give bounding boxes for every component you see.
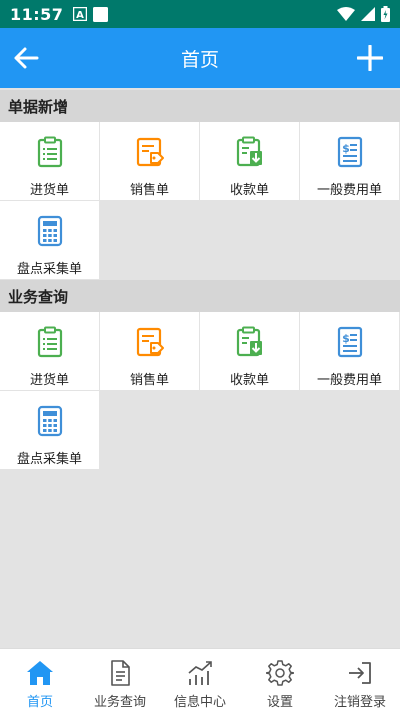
nav-label: 注销登录: [333, 695, 386, 710]
invoice-dollar-icon: $: [337, 326, 362, 358]
tile-new-general-expense[interactable]: $ 一般费用单: [300, 122, 399, 200]
home-icon: [27, 661, 53, 685]
arrow-left-icon: [14, 47, 39, 69]
tile-query-sales-order[interactable]: 销售单: [100, 312, 199, 390]
tile-label: 一般费用单: [316, 183, 382, 198]
tile-label: 收款单: [229, 183, 269, 198]
calculator-icon: [37, 215, 62, 247]
tile-label: 一般费用单: [316, 373, 382, 388]
chart-icon: [188, 661, 212, 685]
tile-new-sales-order[interactable]: 销售单: [100, 122, 199, 200]
svg-text:$: $: [342, 142, 350, 155]
notification-a-icon: A: [73, 7, 88, 21]
receipt-tag-icon: [136, 327, 164, 357]
svg-text:$: $: [342, 332, 350, 345]
document-icon: [111, 660, 130, 686]
tile-query-receipt[interactable]: 收款单: [200, 312, 299, 390]
notification-square-icon: [93, 6, 109, 22]
tile-label: 销售单: [129, 183, 169, 198]
tile-new-receipt[interactable]: 收款单: [200, 122, 299, 200]
clipboard-download-icon: [236, 136, 262, 167]
nav-label: 业务查询: [93, 695, 146, 710]
section-header-business-query: 业务查询: [0, 280, 400, 312]
svg-text:A: A: [77, 10, 85, 21]
invoice-dollar-icon: $: [337, 136, 362, 168]
status-time: 11:57: [10, 4, 64, 24]
nav-label: 信息中心: [173, 695, 226, 710]
tile-new-purchase-order[interactable]: 进货单: [0, 122, 99, 200]
clipboard-list-icon: [37, 326, 62, 358]
clipboard-download-icon: [236, 326, 262, 357]
receipt-tag-icon: [136, 137, 164, 167]
signal-icon: [361, 7, 375, 21]
tile-new-inventory-count[interactable]: 盘点采集单: [0, 201, 99, 279]
tile-label: 进货单: [29, 373, 69, 388]
bottom-nav: 首页 业务查询 信息中心 设置 注销登录: [0, 648, 400, 712]
tile-label: 收款单: [229, 373, 269, 388]
nav-home[interactable]: 首页: [0, 649, 80, 712]
nav-logout[interactable]: 注销登录: [320, 649, 400, 712]
logout-icon: [349, 662, 371, 684]
calculator-icon: [37, 405, 62, 437]
nav-info-center[interactable]: 信息中心: [160, 649, 240, 712]
section-header-new-documents: 单据新增: [0, 90, 400, 122]
tile-query-general-expense[interactable]: $ 一般费用单: [300, 312, 399, 390]
tile-query-purchase-order[interactable]: 进货单: [0, 312, 99, 390]
app-bar: 首页: [0, 28, 400, 88]
wifi-icon: [337, 7, 355, 21]
clipboard-list-icon: [37, 136, 62, 168]
tile-label: 销售单: [129, 373, 169, 388]
plus-icon: [357, 45, 383, 71]
add-button[interactable]: [350, 38, 390, 78]
back-button[interactable]: [8, 40, 44, 76]
tile-label: 盘点采集单: [16, 452, 82, 467]
tile-label: 进货单: [29, 183, 69, 198]
nav-settings[interactable]: 设置: [240, 649, 320, 712]
tile-label: 盘点采集单: [16, 262, 82, 277]
gear-icon: [266, 660, 294, 686]
tile-query-inventory-count[interactable]: 盘点采集单: [0, 391, 99, 469]
status-bar: 11:57 A: [0, 0, 400, 28]
nav-business-query[interactable]: 业务查询: [80, 649, 160, 712]
nav-label: 首页: [26, 695, 53, 710]
nav-label: 设置: [266, 695, 293, 710]
battery-icon: [381, 6, 390, 22]
page-title: 首页: [180, 48, 219, 71]
